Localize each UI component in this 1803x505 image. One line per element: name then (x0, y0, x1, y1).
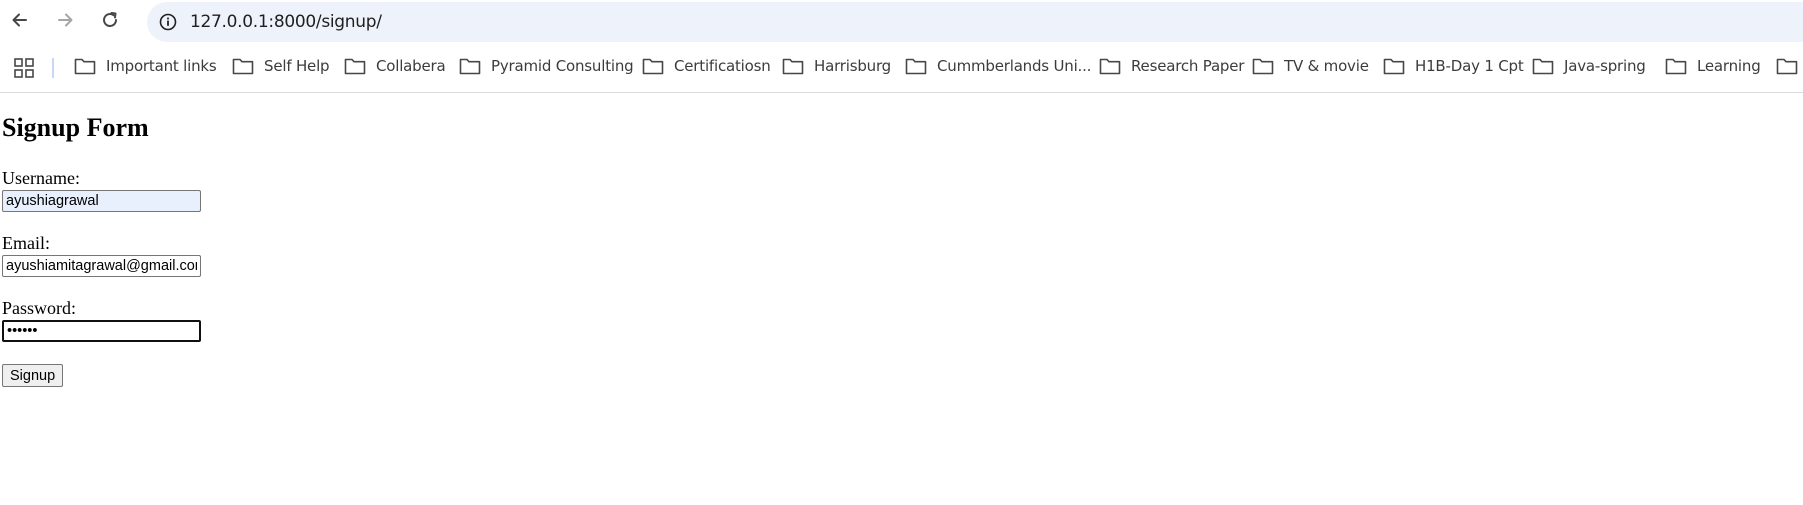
bookmark-label: Pyramid Consulting (491, 57, 634, 75)
bookmark-folder-overflow[interactable] (1776, 52, 1798, 80)
password-input[interactable] (2, 320, 201, 342)
arrow-left-icon (12, 13, 27, 27)
bookmark-label: H1B-Day 1 Cpt (1415, 57, 1524, 75)
email-input[interactable] (2, 255, 201, 277)
folder-icon (344, 58, 366, 75)
bookmark-folder-important-links[interactable]: Important links (74, 52, 217, 80)
bookmark-label: Cummberlands Uni... (937, 57, 1092, 75)
folder-icon (642, 58, 664, 75)
signup-button[interactable]: Signup (2, 364, 64, 387)
folder-icon (232, 58, 254, 75)
bookmark-label: TV & movie (1284, 57, 1369, 75)
bookmarks-bar: Important links Self Help Collabera Pyra… (0, 48, 1803, 84)
folder-icon (1383, 58, 1405, 75)
bookmark-label: Research Paper (1131, 57, 1245, 75)
bookmark-label: Learning (1697, 57, 1761, 75)
folder-icon (1532, 58, 1554, 75)
username-label: Username: (2, 168, 80, 188)
url-text[interactable]: 127.0.0.1:8000/signup/ (190, 12, 382, 32)
bookmark-folder-learning[interactable]: Learning (1665, 52, 1761, 80)
bookmark-folder-h1b-day-1-cpt[interactable]: H1B-Day 1 Cpt (1383, 52, 1524, 80)
folder-icon (459, 58, 481, 75)
reload-icon (103, 12, 117, 27)
bookmark-folder-tv-movie[interactable]: TV & movie (1252, 52, 1369, 80)
arrow-right-icon (58, 13, 73, 27)
bookmark-folder-pyramid-consulting[interactable]: Pyramid Consulting (459, 52, 634, 80)
email-label: Email: (2, 233, 50, 253)
password-label: Password: (2, 298, 77, 318)
bookmark-label: Collabera (376, 57, 446, 75)
bookmark-folder-certificatiosn[interactable]: Certificatiosn (642, 52, 771, 80)
apps-button[interactable] (12, 56, 36, 80)
folder-icon (1099, 58, 1121, 75)
info-circle-icon (159, 13, 177, 31)
site-info-button[interactable] (157, 11, 179, 33)
browser-toolbar: 127.0.0.1:8000/signup/ (0, 0, 1803, 42)
apps-grid-icon (14, 58, 34, 78)
folder-icon (74, 58, 96, 75)
page-title: Signup Form (2, 113, 149, 142)
bookmark-folder-self-help[interactable]: Self Help (232, 52, 330, 80)
reload-button[interactable] (94, 4, 126, 36)
bookmark-label: Self Help (264, 57, 330, 75)
folder-icon (1776, 58, 1798, 75)
bookmark-folder-cummberlands[interactable]: Cummberlands Uni... (905, 52, 1091, 80)
bookmark-label: Java-spring (1564, 57, 1646, 75)
bookmark-folder-collabera[interactable]: Collabera (344, 52, 446, 80)
bookmark-label: Harrisburg (814, 57, 891, 75)
folder-icon (1665, 58, 1687, 75)
folder-icon (905, 58, 927, 75)
folder-icon (782, 58, 804, 75)
username-input[interactable] (2, 190, 201, 212)
back-button[interactable] (4, 4, 36, 36)
bookmark-folder-research-paper[interactable]: Research Paper (1099, 52, 1244, 80)
bookmark-label: Certificatiosn (674, 57, 771, 75)
page-content: Signup Form Username: Email: Password: S… (2, 93, 1803, 505)
address-bar[interactable]: 127.0.0.1:8000/signup/ (147, 2, 1803, 42)
folder-icon (1252, 58, 1274, 75)
bookmarks-separator (52, 58, 54, 78)
bookmark-folder-java-spring[interactable]: Java-spring (1532, 52, 1646, 80)
bookmark-label: Important links (106, 57, 217, 75)
bookmark-folder-harrisburg[interactable]: Harrisburg (782, 52, 891, 80)
forward-button[interactable] (49, 4, 81, 36)
